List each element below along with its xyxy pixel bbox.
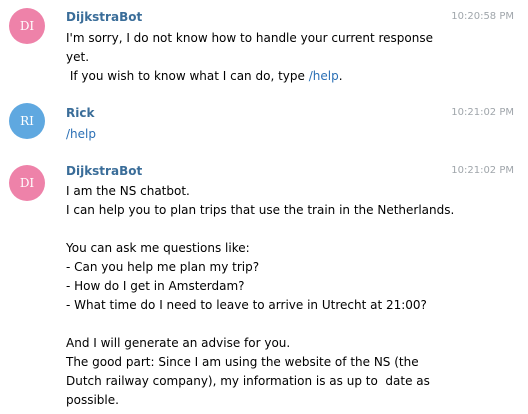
message-timestamp: 10:20:58 PM	[451, 11, 514, 22]
message-text: /help	[66, 125, 466, 144]
chat-history: DI DijkstraBot 10:20:58 PM I'm sorry, I …	[0, 0, 528, 414]
message-item: RI Rick 10:21:02 PM /help	[0, 96, 528, 154]
message-line: And I will generate an advise for you.	[66, 336, 291, 350]
sender-name[interactable]: Rick	[66, 105, 94, 121]
message-text: I am the NS chatbot. I can help you to p…	[66, 182, 516, 410]
help-command-link[interactable]: /help	[66, 125, 466, 144]
message-line: yet.	[66, 50, 90, 64]
message-line: - Can you help me plan my trip?	[66, 260, 260, 274]
message-line: - How do I get in Amsterdam?	[66, 279, 245, 293]
message-line: If you wish to know what I can do, type …	[66, 67, 466, 86]
avatar[interactable]: DI	[9, 165, 45, 201]
sender-name[interactable]: DijkstraBot	[66, 9, 142, 25]
avatar[interactable]: DI	[9, 8, 45, 44]
avatar[interactable]: RI	[9, 103, 45, 139]
message-line: The good part: Since I am using the webs…	[66, 355, 419, 369]
message-line	[66, 315, 516, 334]
help-command-link[interactable]: /help	[309, 69, 339, 83]
message-line: I am the NS chatbot.	[66, 184, 190, 198]
message-line: - What time do I need to leave to arrive…	[66, 298, 427, 312]
message-timestamp: 10:21:02 PM	[451, 165, 514, 176]
message-text-segment: If you wish to know what I can do, type	[66, 69, 309, 83]
message-line: I can help you to plan trips that use th…	[66, 203, 455, 217]
message-line	[66, 220, 516, 239]
message-line: possible.	[66, 393, 119, 407]
sender-name[interactable]: DijkstraBot	[66, 163, 142, 179]
message-text-segment: .	[338, 69, 343, 83]
message-line: You can ask me questions like:	[66, 241, 250, 255]
message-text: I'm sorry, I do not know how to handle y…	[66, 29, 466, 86]
message-item: DI DijkstraBot 10:21:02 PM I am the NS c…	[0, 155, 528, 414]
message-timestamp: 10:21:02 PM	[451, 107, 514, 118]
message-item: DI DijkstraBot 10:20:58 PM I'm sorry, I …	[0, 0, 528, 100]
message-line: Dutch railway company), my information i…	[66, 374, 430, 388]
message-line: I'm sorry, I do not know how to handle y…	[66, 31, 433, 45]
